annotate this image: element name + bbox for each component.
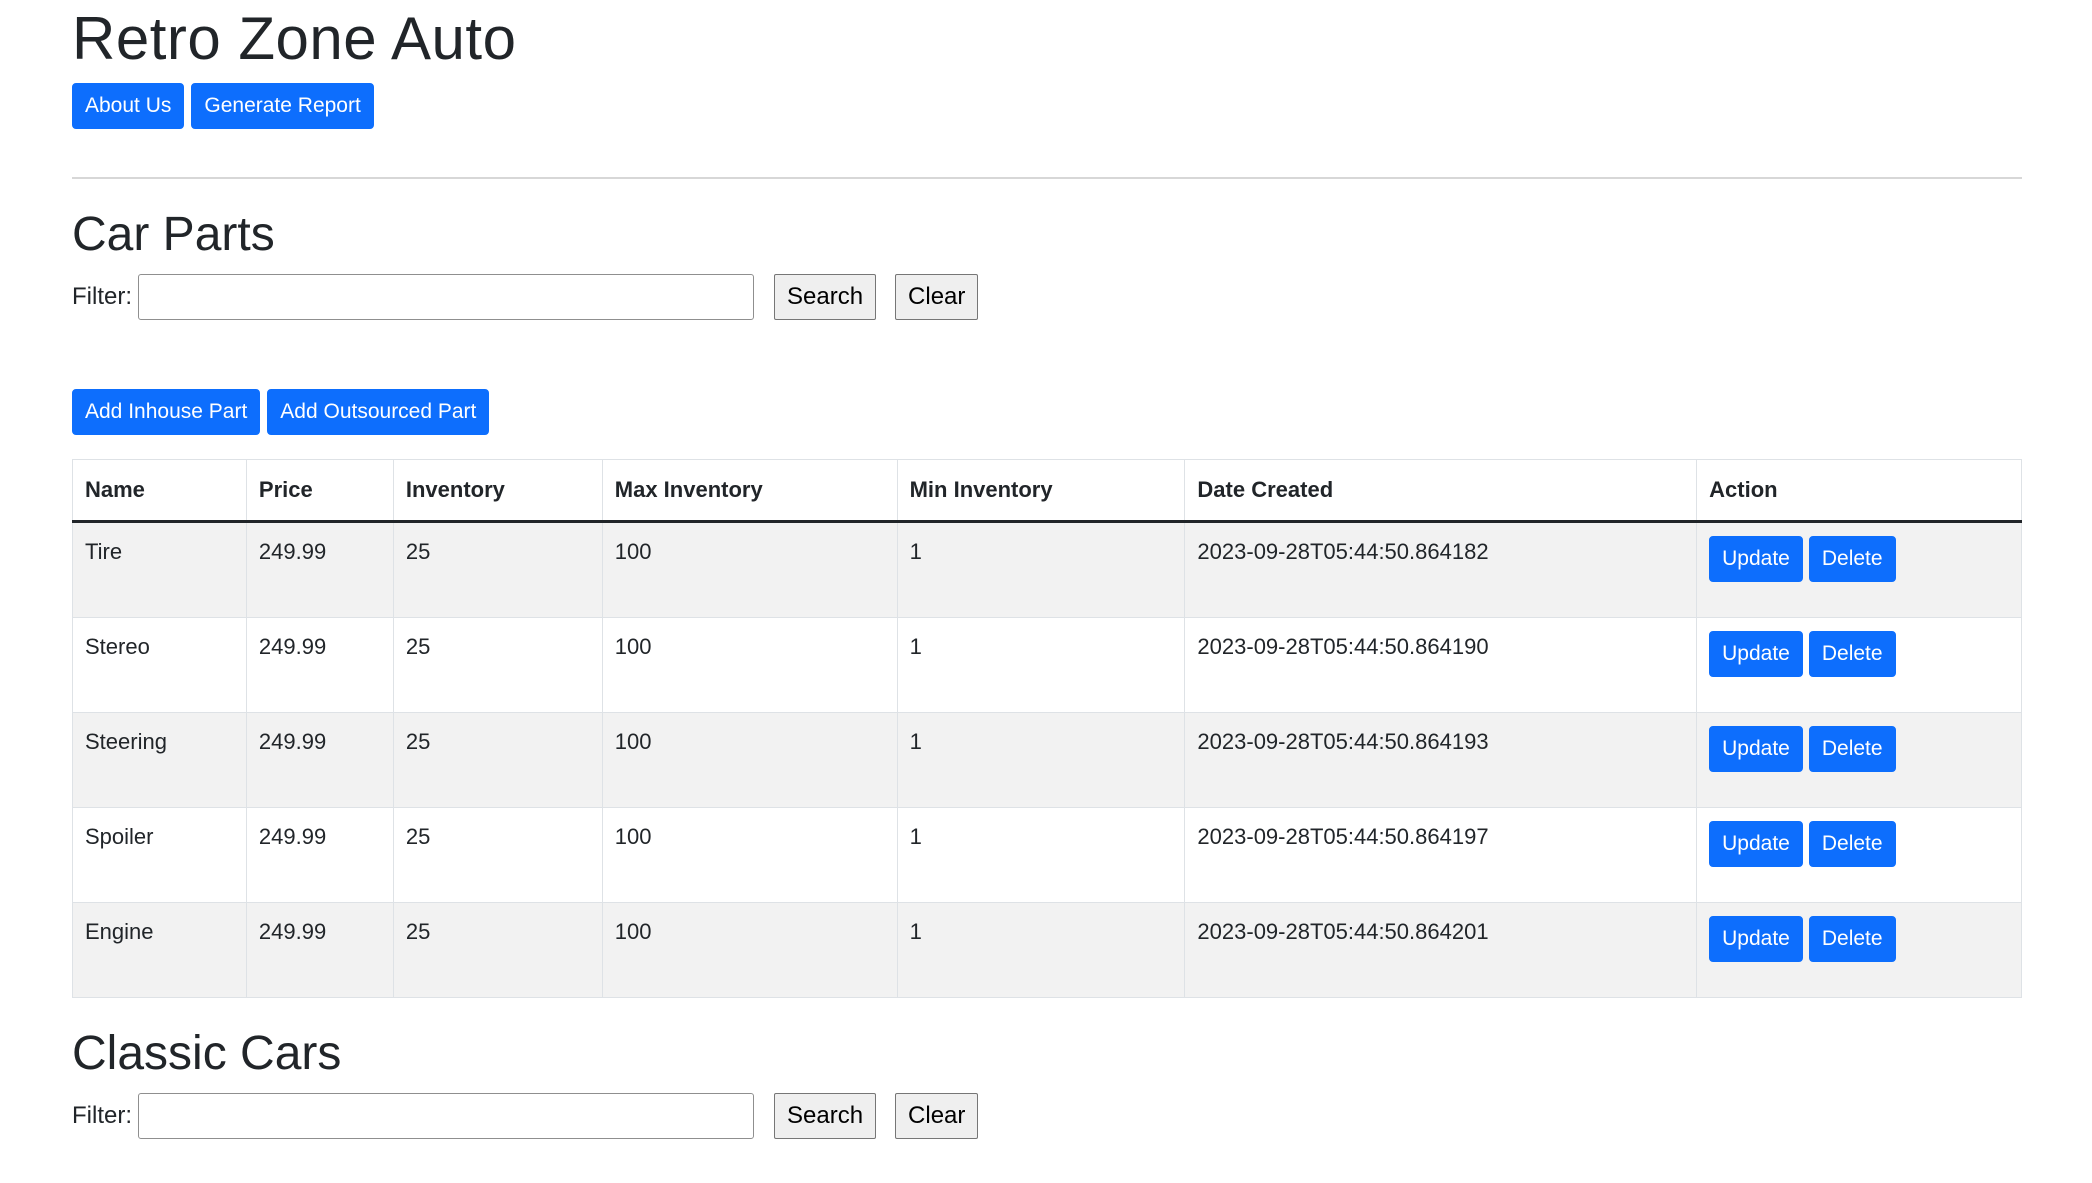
- update-button[interactable]: Update: [1709, 916, 1803, 962]
- add-inhouse-part-button[interactable]: Add Inhouse Part: [72, 389, 261, 435]
- table-row: Steering 249.99 25 100 1 2023-09-28T05:4…: [72, 712, 2022, 808]
- column-header: Inventory: [393, 459, 603, 523]
- about-us-button[interactable]: About Us: [72, 83, 185, 129]
- table-row: Spoiler 249.99 25 100 1 2023-09-28T05:44…: [72, 807, 2022, 903]
- delete-button[interactable]: Delete: [1808, 821, 1896, 867]
- table-row: Tire 249.99 25 100 1 2023-09-28T05:44:50…: [72, 521, 2022, 618]
- part-actions: Update Delete: [1696, 902, 2022, 998]
- part-min-inventory: 1: [897, 712, 1186, 808]
- column-header: Min Inventory: [897, 459, 1186, 523]
- cars-filter-row: Filter: Search Clear: [72, 1092, 2022, 1140]
- part-min-inventory: 1: [897, 617, 1186, 713]
- column-header: Action: [1696, 459, 2022, 523]
- cars-clear-button[interactable]: Clear: [895, 1093, 979, 1139]
- table-row: Engine 249.99 25 100 1 2023-09-28T05:44:…: [72, 902, 2022, 998]
- column-header: Max Inventory: [602, 459, 898, 523]
- delete-button[interactable]: Delete: [1808, 631, 1896, 677]
- add-part-buttons: Add Inhouse Part Add Outsourced Part: [72, 389, 2022, 435]
- add-outsourced-part-button[interactable]: Add Outsourced Part: [267, 389, 490, 435]
- part-max-inventory: 100: [602, 712, 898, 808]
- part-inventory: 25: [393, 902, 603, 998]
- part-actions: Update Delete: [1696, 521, 2022, 618]
- header-divider: [72, 177, 2022, 179]
- part-name: Stereo: [72, 617, 247, 713]
- update-button[interactable]: Update: [1709, 536, 1803, 582]
- part-actions: Update Delete: [1696, 712, 2022, 808]
- part-name: Steering: [72, 712, 247, 808]
- part-date-created: 2023-09-28T05:44:50.864190: [1184, 617, 1698, 713]
- part-max-inventory: 100: [602, 807, 898, 903]
- part-name: Engine: [72, 902, 247, 998]
- part-actions: Update Delete: [1696, 617, 2022, 713]
- column-header: Name: [72, 459, 247, 523]
- cars-filter-input[interactable]: [138, 1093, 754, 1139]
- column-header: Date Created: [1184, 459, 1698, 523]
- car-parts-title: Car Parts: [72, 208, 275, 261]
- header-buttons: About Us Generate Report: [72, 83, 2022, 129]
- parts-filter-label: Filter:: [72, 283, 132, 310]
- delete-button[interactable]: Delete: [1808, 536, 1896, 582]
- parts-filter-row: Filter: Search Clear: [72, 273, 2022, 321]
- part-price: 249.99: [246, 521, 394, 618]
- table-header-row: Name Price Inventory Max Inventory Min I…: [72, 459, 2022, 523]
- part-max-inventory: 100: [602, 521, 898, 618]
- part-inventory: 25: [393, 617, 603, 713]
- part-max-inventory: 100: [602, 902, 898, 998]
- page: Retro Zone Auto About Us Generate Report…: [0, 0, 2092, 1183]
- table-row: Stereo 249.99 25 100 1 2023-09-28T05:44:…: [72, 617, 2022, 713]
- cars-search-button[interactable]: Search: [774, 1093, 877, 1139]
- delete-button[interactable]: Delete: [1808, 726, 1896, 772]
- classic-cars-section: Classic Cars Filter: Search Clear: [72, 1026, 2022, 1140]
- app-title: Retro Zone Auto: [72, 5, 517, 72]
- part-price: 249.99: [246, 712, 394, 808]
- part-name: Tire: [72, 521, 247, 618]
- part-min-inventory: 1: [897, 807, 1186, 903]
- part-price: 249.99: [246, 902, 394, 998]
- part-inventory: 25: [393, 521, 603, 618]
- classic-cars-title: Classic Cars: [72, 1027, 342, 1080]
- delete-button[interactable]: Delete: [1808, 916, 1896, 962]
- part-date-created: 2023-09-28T05:44:50.864197: [1184, 807, 1698, 903]
- part-name: Spoiler: [72, 807, 247, 903]
- cars-filter-label: Filter:: [72, 1102, 132, 1129]
- column-header: Price: [246, 459, 394, 523]
- part-inventory: 25: [393, 807, 603, 903]
- part-price: 249.99: [246, 807, 394, 903]
- part-date-created: 2023-09-28T05:44:50.864201: [1184, 902, 1698, 998]
- parts-table: Name Price Inventory Max Inventory Min I…: [72, 459, 2022, 998]
- parts-clear-button[interactable]: Clear: [895, 274, 979, 320]
- parts-search-button[interactable]: Search: [774, 274, 877, 320]
- part-max-inventory: 100: [602, 617, 898, 713]
- part-min-inventory: 1: [897, 902, 1186, 998]
- part-date-created: 2023-09-28T05:44:50.864182: [1184, 521, 1698, 618]
- part-actions: Update Delete: [1696, 807, 2022, 903]
- part-min-inventory: 1: [897, 521, 1186, 618]
- main-container: Retro Zone Auto About Us Generate Report…: [72, 0, 2022, 1140]
- update-button[interactable]: Update: [1709, 631, 1803, 677]
- generate-report-button[interactable]: Generate Report: [191, 83, 374, 129]
- part-date-created: 2023-09-28T05:44:50.864193: [1184, 712, 1698, 808]
- update-button[interactable]: Update: [1709, 821, 1803, 867]
- parts-filter-input[interactable]: [138, 274, 754, 320]
- part-inventory: 25: [393, 712, 603, 808]
- update-button[interactable]: Update: [1709, 726, 1803, 772]
- part-price: 249.99: [246, 617, 394, 713]
- car-parts-section: Car Parts Filter: Search Clear Add Inhou…: [72, 207, 2022, 998]
